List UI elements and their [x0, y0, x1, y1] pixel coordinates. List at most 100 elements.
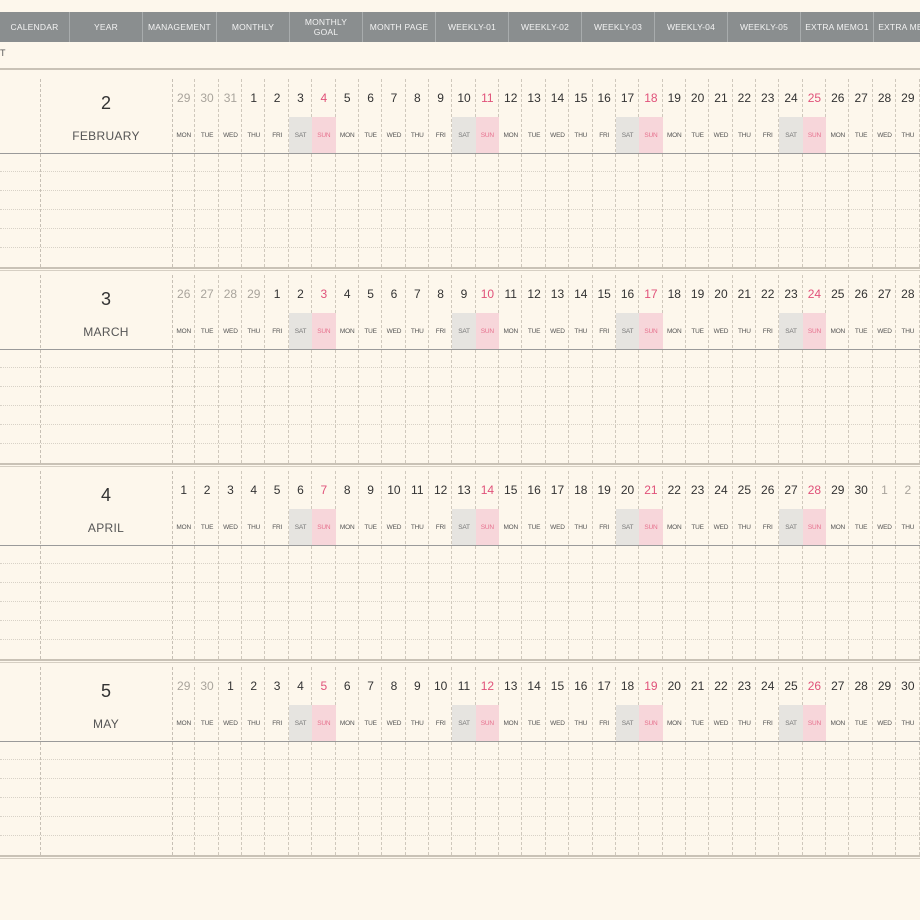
day-cell[interactable]: 28 TUE [849, 667, 873, 855]
day-cell[interactable]: 5 FRI [265, 471, 289, 659]
tab-extra-memo2[interactable]: EXTRA MEMO2 [874, 12, 920, 42]
day-cell[interactable]: 27 WED [873, 275, 897, 463]
day-cell[interactable]: 15 MON [499, 471, 523, 659]
day-number[interactable]: 3 [219, 483, 242, 497]
day-number[interactable]: 30 [195, 91, 218, 105]
day-cell[interactable]: 23 FRI [756, 79, 780, 267]
day-cell[interactable]: 17 FRI [592, 667, 616, 855]
month-name[interactable]: FEBRUARY [40, 129, 172, 143]
tab-weekly-03[interactable]: WEEKLY-03 [582, 12, 655, 42]
day-number[interactable]: 25 [826, 287, 849, 301]
day-cell[interactable]: 3 WED [219, 471, 243, 659]
day-cell[interactable]: 3 FRI [265, 667, 289, 855]
day-number[interactable]: 14 [476, 483, 499, 497]
day-number[interactable]: 2 [242, 679, 265, 693]
day-number[interactable]: 10 [382, 483, 405, 497]
day-cell[interactable]: 28 WED [873, 79, 897, 267]
day-number[interactable]: 19 [663, 91, 686, 105]
day-number[interactable]: 26 [803, 679, 826, 693]
day-number[interactable]: 2 [265, 91, 288, 105]
day-cell[interactable]: 3 SUN [312, 275, 336, 463]
day-number[interactable]: 27 [826, 679, 849, 693]
day-cell[interactable]: 19 TUE [686, 275, 710, 463]
day-number[interactable]: 29 [172, 91, 195, 105]
day-cell[interactable]: 25 MON [826, 275, 850, 463]
day-number[interactable]: 7 [406, 287, 429, 301]
day-number[interactable]: 9 [406, 679, 429, 693]
day-cell[interactable]: 5 MON [336, 79, 359, 267]
day-number[interactable]: 6 [336, 679, 359, 693]
day-number[interactable]: 22 [733, 91, 756, 105]
day-number[interactable]: 11 [476, 91, 499, 105]
day-number[interactable]: 16 [616, 287, 639, 301]
day-cell[interactable]: 2 THU [242, 667, 266, 855]
day-number[interactable]: 12 [476, 679, 499, 693]
day-number[interactable]: 29 [873, 679, 896, 693]
day-number[interactable]: 26 [756, 483, 779, 497]
day-cell[interactable]: 9 FRI [429, 79, 453, 267]
day-cell[interactable]: 19 MON [663, 79, 686, 267]
day-cell[interactable]: 16 FRI [592, 79, 616, 267]
day-cell[interactable]: 21 WED [709, 79, 733, 267]
day-number[interactable]: 3 [289, 91, 312, 105]
day-cell[interactable]: 30 TUE [195, 79, 219, 267]
day-number[interactable]: 9 [429, 91, 452, 105]
day-cell[interactable]: 4 THU [242, 471, 266, 659]
day-cell[interactable]: 1 FRI [265, 275, 289, 463]
day-number[interactable]: 7 [312, 483, 335, 497]
day-number[interactable]: 28 [896, 287, 919, 301]
day-number[interactable]: 30 [896, 679, 919, 693]
day-number[interactable]: 7 [359, 679, 382, 693]
day-cell[interactable]: 8 WED [382, 667, 406, 855]
day-number[interactable]: 30 [195, 679, 218, 693]
day-number[interactable]: 18 [639, 91, 662, 105]
day-number[interactable]: 4 [289, 679, 312, 693]
day-cell[interactable]: 29 THU [242, 275, 266, 463]
day-number[interactable]: 29 [826, 483, 849, 497]
day-number[interactable]: 5 [359, 287, 382, 301]
day-cell[interactable]: 22 FRI [756, 275, 780, 463]
day-cell[interactable]: 23 THU [733, 667, 757, 855]
day-number[interactable]: 15 [592, 287, 615, 301]
day-number[interactable]: 1 [219, 679, 242, 693]
day-cell[interactable]: 27 TUE [849, 79, 873, 267]
day-cell[interactable]: 18 MON [663, 275, 686, 463]
day-number[interactable]: 4 [242, 483, 265, 497]
day-cell[interactable]: 14 TUE [522, 667, 546, 855]
day-number[interactable]: 25 [803, 91, 826, 105]
day-cell[interactable]: 5 TUE [359, 275, 383, 463]
day-number[interactable]: 1 [172, 483, 195, 497]
day-cell[interactable]: 1 WED [873, 471, 897, 659]
day-number[interactable]: 26 [849, 287, 872, 301]
day-cell[interactable]: 26 TUE [849, 275, 873, 463]
day-number[interactable]: 3 [265, 679, 288, 693]
day-number[interactable]: 2 [195, 483, 218, 497]
day-cell[interactable]: 2 SAT [288, 275, 313, 463]
day-number[interactable]: 27 [849, 91, 872, 105]
tab-extra-memo1[interactable]: EXTRA MEMO1 [801, 12, 874, 42]
day-cell[interactable]: 18 SUN [639, 79, 663, 267]
day-number[interactable]: 5 [336, 91, 359, 105]
day-number[interactable]: 28 [849, 679, 872, 693]
day-number[interactable]: 17 [616, 91, 639, 105]
day-cell[interactable]: 19 SUN [639, 667, 663, 855]
day-number[interactable]: 4 [336, 287, 359, 301]
day-cell[interactable]: 11 SAT [452, 667, 476, 855]
month-name[interactable]: APRIL [40, 521, 172, 535]
day-number[interactable]: 22 [756, 287, 779, 301]
day-number[interactable]: 6 [289, 483, 312, 497]
day-number[interactable]: 18 [663, 287, 686, 301]
day-number[interactable]: 29 [896, 91, 919, 105]
day-cell[interactable]: 29 MON [826, 471, 850, 659]
day-cell[interactable]: 30 TUE [849, 471, 873, 659]
day-number[interactable]: 5 [265, 483, 288, 497]
day-cell[interactable]: 23 SAT [779, 275, 803, 463]
day-cell[interactable]: 17 SAT [615, 79, 640, 267]
day-cell[interactable]: 14 WED [546, 79, 570, 267]
day-cell[interactable]: 25 THU [733, 471, 757, 659]
tab-weekly-02[interactable]: WEEKLY-02 [509, 12, 582, 42]
day-cell[interactable]: 8 MON [336, 471, 359, 659]
day-number[interactable]: 15 [546, 679, 569, 693]
tab-weekly-05[interactable]: WEEKLY-05 [728, 12, 801, 42]
day-cell[interactable]: 20 SAT [615, 471, 640, 659]
